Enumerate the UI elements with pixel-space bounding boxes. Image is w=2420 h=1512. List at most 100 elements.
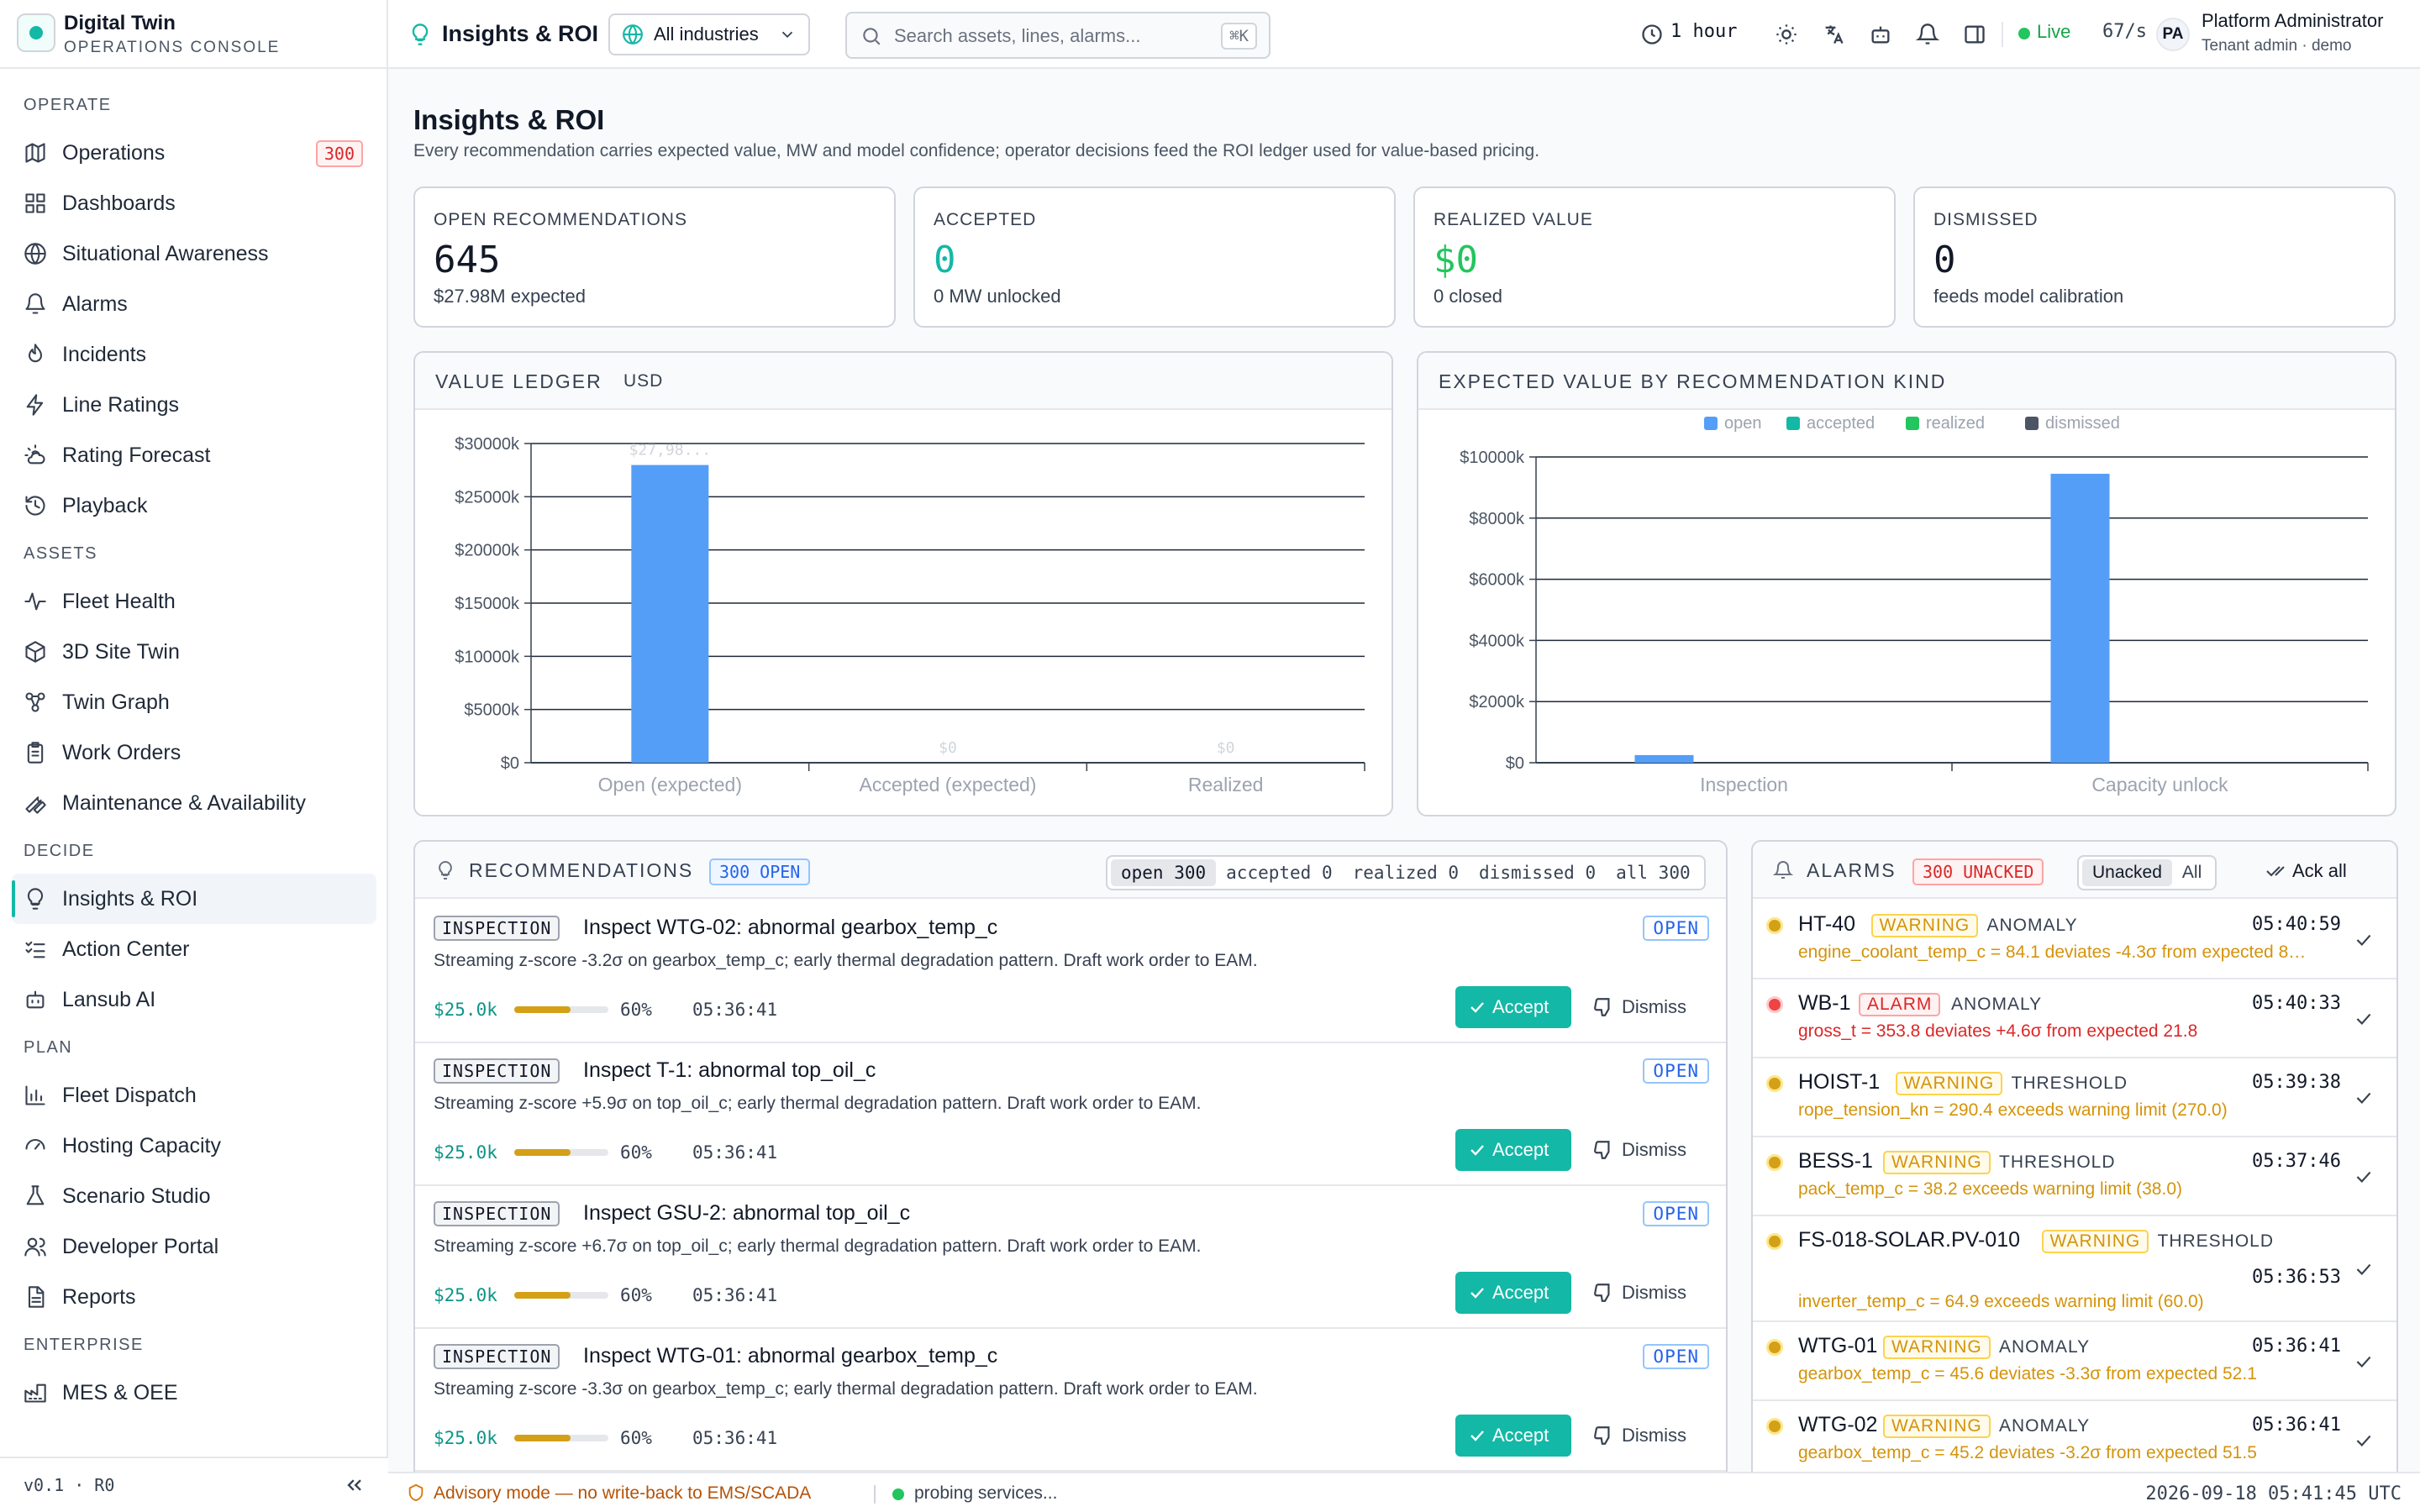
sidebar-item-work-orders[interactable]: Work Orders (12, 727, 376, 778)
dismiss-button[interactable]: Dismiss (1585, 1272, 1702, 1314)
severity-badge: WARNING (1895, 1072, 2003, 1095)
acknowledge-icon[interactable] (2353, 1351, 2375, 1373)
sidebar-item-situational-awareness[interactable]: Situational Awareness (12, 228, 376, 279)
sidebar-item-label: Work Orders (62, 740, 182, 764)
robot-icon[interactable] (1869, 23, 1892, 46)
recommendation-row: INSPECTION Inspect GSU-2: abnormal top_o… (415, 1186, 1726, 1329)
tab-dismissed[interactable]: dismissed 0 (1469, 859, 1606, 886)
alarm-row[interactable]: WB-1 ALARM ANOMALY 05:40:33 gross_t = 35… (1753, 979, 2396, 1058)
tab-accepted[interactable]: accepted 0 (1216, 859, 1342, 886)
dismiss-button[interactable]: Dismiss (1585, 1415, 1702, 1457)
alarm-row[interactable]: HT-40 WARNING ANOMALY 05:40:59 engine_co… (1753, 900, 2396, 979)
legend-label: accepted (1807, 414, 1875, 433)
bell-icon[interactable] (1916, 23, 1939, 46)
alarm-type: ANOMALY (1951, 995, 2043, 1014)
dismiss-button[interactable]: Dismiss (1585, 1129, 1702, 1171)
panel-toggle-icon[interactable] (1963, 23, 1986, 46)
alarm-row[interactable]: BESS-1 WARNING THRESHOLD 05:37:46 pack_t… (1753, 1137, 2396, 1216)
x-category-label: Accepted (expected) (860, 774, 1037, 795)
alarm-message: gearbox_temp_c = 45.6 deviates -3.3σ fro… (1798, 1364, 2257, 1383)
avatar[interactable]: PA (2156, 18, 2190, 51)
alarm-message: engine_coolant_temp_c = 84.1 deviates -4… (1798, 942, 2311, 962)
sidebar-item-hosting-capacity[interactable]: Hosting Capacity (12, 1121, 376, 1171)
accept-button[interactable]: Accept (1455, 1415, 1571, 1457)
sidebar-item-twin-graph[interactable]: Twin Graph (12, 677, 376, 727)
grid-icon (25, 193, 45, 213)
accept-button[interactable]: Accept (1455, 1272, 1571, 1314)
accept-button[interactable]: Accept (1455, 986, 1571, 1028)
sidebar-item-fleet-dispatch[interactable]: Fleet Dispatch (12, 1070, 376, 1121)
alarm-time: 05:37:46 (2252, 1151, 2341, 1172)
check-icon (1470, 1145, 1484, 1156)
acknowledge-icon[interactable] (2353, 1087, 2375, 1109)
sidebar-item-reports[interactable]: Reports (12, 1272, 376, 1322)
sidebar-item-action-center[interactable]: Action Center (12, 924, 376, 974)
sidebar-item-rating-forecast[interactable]: Rating Forecast (12, 430, 376, 480)
tab-all[interactable]: all 300 (1606, 859, 1701, 886)
page-subtitle: Every recommendation carries expected va… (413, 141, 1540, 160)
industry-select[interactable]: All industries (608, 13, 810, 55)
time-range-selector[interactable]: 1 hour (1670, 21, 1737, 42)
sidebar-item-alarms[interactable]: Alarms (12, 279, 376, 329)
sidebar-item-fleet-health[interactable]: Fleet Health (12, 576, 376, 627)
sidebar-item-operations[interactable]: Operations 300 (12, 128, 376, 178)
expected-value: $25.0k (434, 1428, 497, 1448)
search-input[interactable] (894, 22, 1197, 50)
lightbulb-icon (412, 24, 429, 45)
alarm-row[interactable]: FS-018-SOLAR.PV-010 WARNING THRESHOLD 05… (1753, 1216, 2396, 1322)
industry-select-value: All industries (654, 24, 759, 45)
acknowledge-icon[interactable] (2353, 1258, 2375, 1280)
tab-realized[interactable]: realized 0 (1343, 859, 1469, 886)
dismiss-label: Dismiss (1622, 1139, 1686, 1160)
dismiss-button[interactable]: Dismiss (1585, 986, 1702, 1028)
gauge-icon (25, 1139, 45, 1150)
sidebar-item-line-ratings[interactable]: Line Ratings (12, 380, 376, 430)
tab-open[interactable]: open 300 (1111, 859, 1217, 886)
sidebar-item-insights-roi[interactable]: Insights & ROI (12, 874, 376, 924)
bar-chart-icon (25, 1085, 45, 1105)
recommendation-description: Streaming z-score -3.3σ on gearbox_temp_… (434, 1379, 1258, 1399)
bell-icon (1773, 861, 1793, 879)
double-check-icon (2266, 866, 2285, 877)
sun-icon[interactable] (1775, 23, 1798, 46)
tab-unacked[interactable]: Unacked (2082, 859, 2172, 886)
ack-all-label: Ack all (2292, 860, 2347, 881)
acknowledge-icon[interactable] (2353, 1166, 2375, 1188)
ack-all-button[interactable]: Ack all (2265, 860, 2347, 882)
global-search[interactable]: ⌘K (845, 12, 1270, 59)
alarm-row[interactable]: WTG-01 WARNING ANOMALY 05:36:41 gearbox_… (1753, 1322, 2396, 1401)
brand[interactable]: Digital Twin OPERATIONS CONSOLE (0, 0, 388, 69)
app-title: Digital Twin (64, 12, 176, 34)
sidebar-item-dashboards[interactable]: Dashboards (12, 178, 376, 228)
alarm-row[interactable]: WTG-02 WARNING ANOMALY 05:36:41 gearbox_… (1753, 1401, 2396, 1477)
sidebar-item-label: 3D Site Twin (62, 639, 180, 664)
status-bar: Advisory mode — no write-back to EMS/SCA… (388, 1472, 2420, 1512)
sidebar-item-incidents[interactable]: Incidents (12, 329, 376, 380)
globe-icon (24, 243, 46, 265)
acknowledge-icon[interactable] (2353, 1008, 2375, 1030)
sidebar-item-developer-portal[interactable]: Developer Portal (12, 1221, 376, 1272)
confidence-label: 60% (620, 1000, 652, 1020)
sidebar-item-3d-site-twin[interactable]: 3D Site Twin (12, 627, 376, 677)
acknowledge-icon[interactable] (2353, 1430, 2375, 1452)
clock-icon[interactable] (1640, 23, 1664, 46)
sidebar-item-scenario-studio[interactable]: Scenario Studio (12, 1171, 376, 1221)
recommendation-description: Streaming z-score +5.9σ on top_oil_c; ea… (434, 1094, 1202, 1113)
tab-all[interactable]: All (2172, 859, 2212, 886)
acknowledge-icon[interactable] (2353, 929, 2375, 951)
value-ledger-panel: VALUE LEDGER USD $0 $5000k $10000k $15000k $… (413, 351, 1393, 816)
sidebar-item-lansub-ai[interactable]: Lansub AI (12, 974, 376, 1025)
nav-section-label: ASSETS (24, 544, 97, 563)
y-tick-label: $4000k (1469, 632, 1525, 650)
sidebar-item-maintenance-availability[interactable]: Maintenance & Availability (12, 778, 376, 828)
translate-icon[interactable] (1822, 23, 1845, 46)
collapse-sidebar-icon[interactable] (343, 1473, 366, 1497)
sidebar-item-mes-oee[interactable]: MES & OEE (12, 1368, 376, 1418)
user-name[interactable]: Platform Administrator (2202, 10, 2383, 32)
alarm-row[interactable]: HOIST-1 WARNING THRESHOLD 05:39:38 rope_… (1753, 1058, 2396, 1137)
confidence-bar-fill (514, 1149, 571, 1156)
accept-button[interactable]: Accept (1455, 1129, 1571, 1171)
search-shortcut: ⌘K (1221, 23, 1257, 50)
sidebar-item-playback[interactable]: Playback (12, 480, 376, 531)
app-subtitle: OPERATIONS CONSOLE (64, 39, 281, 56)
